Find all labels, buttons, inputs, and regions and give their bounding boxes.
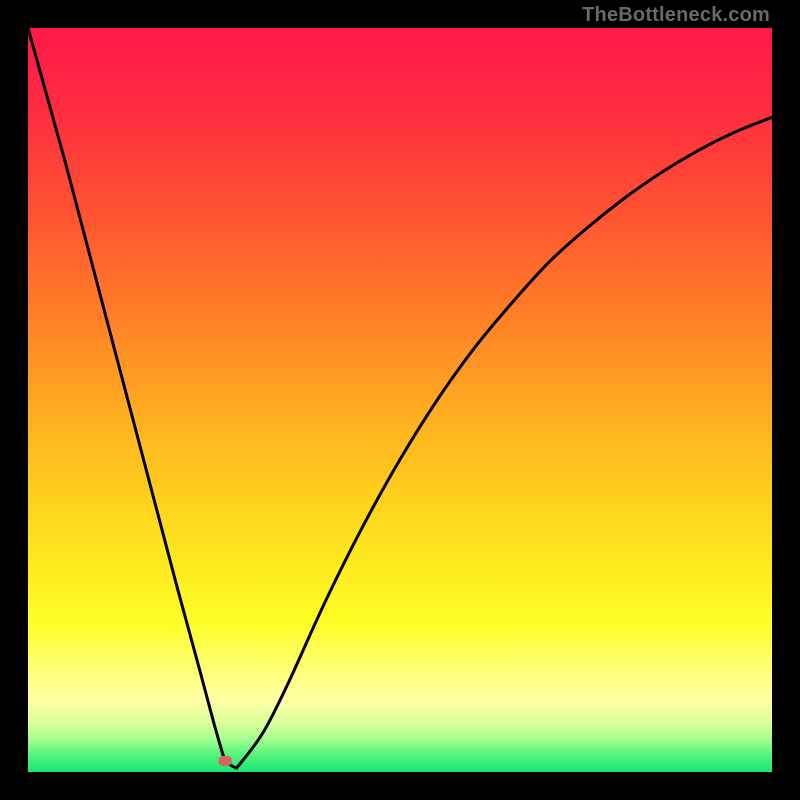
watermark-text: TheBottleneck.com	[582, 4, 770, 27]
minimum-marker	[219, 756, 232, 766]
chart-svg	[28, 28, 772, 772]
chart-plot-area	[28, 28, 772, 772]
gradient-background	[28, 28, 772, 772]
